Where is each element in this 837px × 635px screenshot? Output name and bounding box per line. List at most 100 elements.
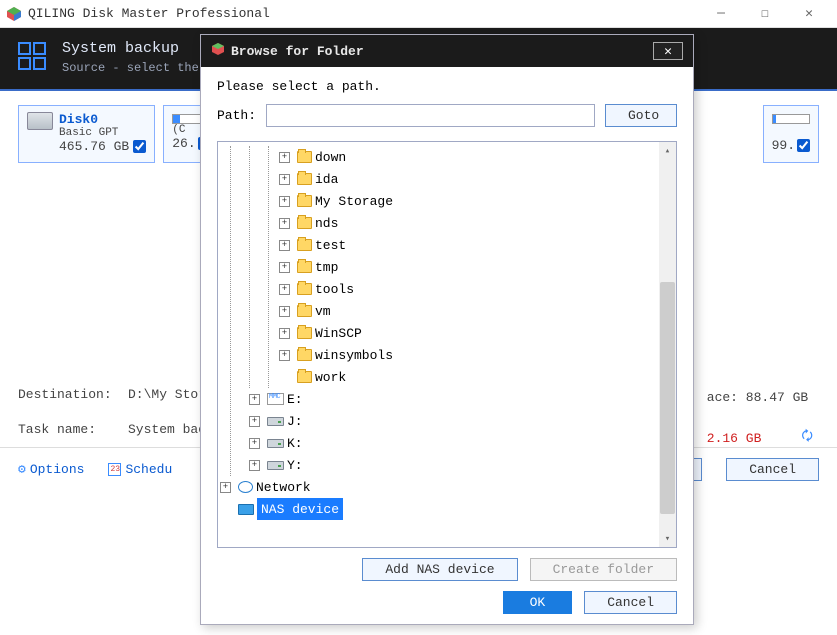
scroll-up-icon[interactable]: ▴ — [659, 142, 676, 159]
add-nas-button[interactable]: Add NAS device — [362, 558, 517, 581]
expand-icon[interactable]: + — [249, 416, 260, 427]
nas-icon — [238, 504, 254, 515]
goto-button[interactable]: Goto — [605, 104, 677, 127]
minimize-button[interactable]: ─ — [699, 0, 743, 28]
partition-used: 99. — [772, 138, 795, 153]
ok-button[interactable]: OK — [503, 591, 573, 614]
destination-label: Destination: — [18, 387, 120, 402]
folder-icon — [297, 151, 312, 163]
tree-folder-vm[interactable]: + vm — [279, 300, 674, 322]
dialog-close-button[interactable]: ✕ — [653, 42, 683, 60]
taskname-label: Task name: — [18, 422, 120, 437]
expand-icon[interactable]: + — [249, 460, 260, 471]
disk-card-disk0[interactable]: Disk0 Basic GPT 465.76 GB — [18, 105, 155, 163]
path-input[interactable] — [266, 104, 595, 127]
folder-icon — [297, 239, 312, 251]
expand-icon[interactable]: + — [279, 196, 290, 207]
expand-icon[interactable] — [279, 372, 290, 383]
expand-icon[interactable]: + — [279, 240, 290, 251]
tree-folder-winsymbols[interactable]: + winsymbols — [279, 344, 674, 366]
tree-folder-WinSCP[interactable]: +WinSCP — [279, 322, 674, 344]
tree-drive-K:[interactable]: + K: — [249, 432, 674, 454]
tree-item-label: K: — [287, 436, 303, 451]
tree-folder-down[interactable]: + down — [279, 146, 674, 168]
dialog-header: Browse for Folder ✕ — [201, 35, 693, 67]
tree-nas[interactable]: NAS device — [220, 498, 674, 520]
tree-folder-test[interactable]: + test — [279, 234, 674, 256]
folder-icon — [297, 173, 312, 185]
tree-item-label: down — [315, 150, 346, 165]
expand-icon[interactable]: + — [220, 482, 231, 493]
folder-icon — [297, 349, 312, 361]
tree-folder-nds[interactable]: + nds — [279, 212, 674, 234]
browse-folder-dialog: Browse for Folder ✕ Please select a path… — [200, 34, 694, 625]
tree-folder-tmp[interactable]: + tmp — [279, 256, 674, 278]
refresh-icon[interactable]: 🗘 — [801, 427, 813, 449]
folder-tree: ▴ ▾ +down+ida+My Storage+nds+test+tmp+to… — [217, 141, 677, 548]
dialog-cancel-button[interactable]: Cancel — [584, 591, 677, 614]
tree-item-label: test — [315, 238, 346, 253]
disk-name: Disk0 — [59, 112, 146, 127]
tree-folder-My Storage[interactable]: + My Storage — [279, 190, 674, 212]
maximize-button[interactable]: ☐ — [743, 0, 787, 28]
expand-icon[interactable]: + — [249, 438, 260, 449]
scroll-down-icon[interactable]: ▾ — [659, 530, 676, 547]
expand-icon — [220, 504, 231, 515]
create-folder-button[interactable]: Create folder — [530, 558, 677, 581]
expand-icon[interactable]: + — [279, 306, 290, 317]
folder-icon — [297, 371, 312, 383]
tree-item-label: tmp — [315, 260, 338, 275]
partition-card-last[interactable]: 99. — [763, 105, 819, 163]
tree-item-label: winsymbols — [315, 348, 393, 363]
page-subtitle: Source - select the — [62, 61, 199, 75]
tree-item-label: work — [315, 370, 346, 385]
dialog-logo-icon — [211, 42, 225, 60]
expand-icon[interactable]: + — [279, 262, 290, 273]
folder-icon — [297, 327, 312, 339]
expand-icon[interactable]: + — [279, 174, 290, 185]
tree-network[interactable]: + Network — [220, 476, 674, 498]
disk-checkbox[interactable] — [133, 140, 146, 153]
drive-icon — [267, 439, 284, 448]
schedule-link[interactable]: Schedu — [108, 462, 172, 477]
folder-icon — [297, 217, 312, 229]
tree-scrollbar[interactable]: ▴ ▾ — [659, 142, 676, 547]
tree-folder-ida[interactable]: +ida — [279, 168, 674, 190]
window-titlebar: QILING Disk Master Professional ─ ☐ ✕ — [0, 0, 837, 28]
app-logo-icon — [6, 6, 22, 22]
disk-size: 465.76 GB — [59, 139, 129, 154]
folder-icon — [297, 283, 312, 295]
tree-item-label: nds — [315, 216, 338, 231]
expand-icon[interactable]: + — [279, 350, 290, 361]
tree-item-label: My Storage — [315, 194, 393, 209]
calendar-icon — [108, 463, 121, 476]
tree-drive-Y:[interactable]: + Y: — [249, 454, 674, 476]
hdd-icon — [27, 112, 53, 130]
expand-icon[interactable]: + — [279, 284, 290, 295]
expand-icon[interactable]: + — [279, 152, 290, 163]
scroll-thumb[interactable] — [660, 282, 675, 514]
close-button[interactable]: ✕ — [787, 0, 831, 28]
system-backup-icon — [18, 40, 50, 72]
tree-item-label: Network — [256, 480, 311, 495]
expand-icon[interactable]: + — [279, 328, 290, 339]
expand-icon[interactable]: + — [279, 218, 290, 229]
partition-checkbox[interactable] — [797, 139, 810, 152]
tree-item-label: Y: — [287, 458, 303, 473]
dialog-prompt: Please select a path. — [217, 79, 677, 94]
tree-folder-work[interactable]: work — [279, 366, 674, 388]
page-title: System backup — [62, 40, 199, 57]
tree-folder-tools[interactable]: +tools — [279, 278, 674, 300]
cancel-button[interactable]: Cancel — [726, 458, 819, 481]
partition-used: 26. — [172, 136, 195, 151]
drive-icon — [267, 393, 284, 405]
tree-drive-J:[interactable]: +J: — [249, 410, 674, 432]
tree-item-label: vm — [315, 304, 331, 319]
tree-item-label: NAS device — [257, 498, 343, 520]
tree-drive-E:[interactable]: +E: — [249, 388, 674, 410]
folder-icon — [297, 195, 312, 207]
expand-icon[interactable]: + — [249, 394, 260, 405]
dialog-title: Browse for Folder — [231, 44, 653, 59]
options-link[interactable]: ⚙Options — [18, 462, 84, 477]
folder-icon — [297, 261, 312, 273]
